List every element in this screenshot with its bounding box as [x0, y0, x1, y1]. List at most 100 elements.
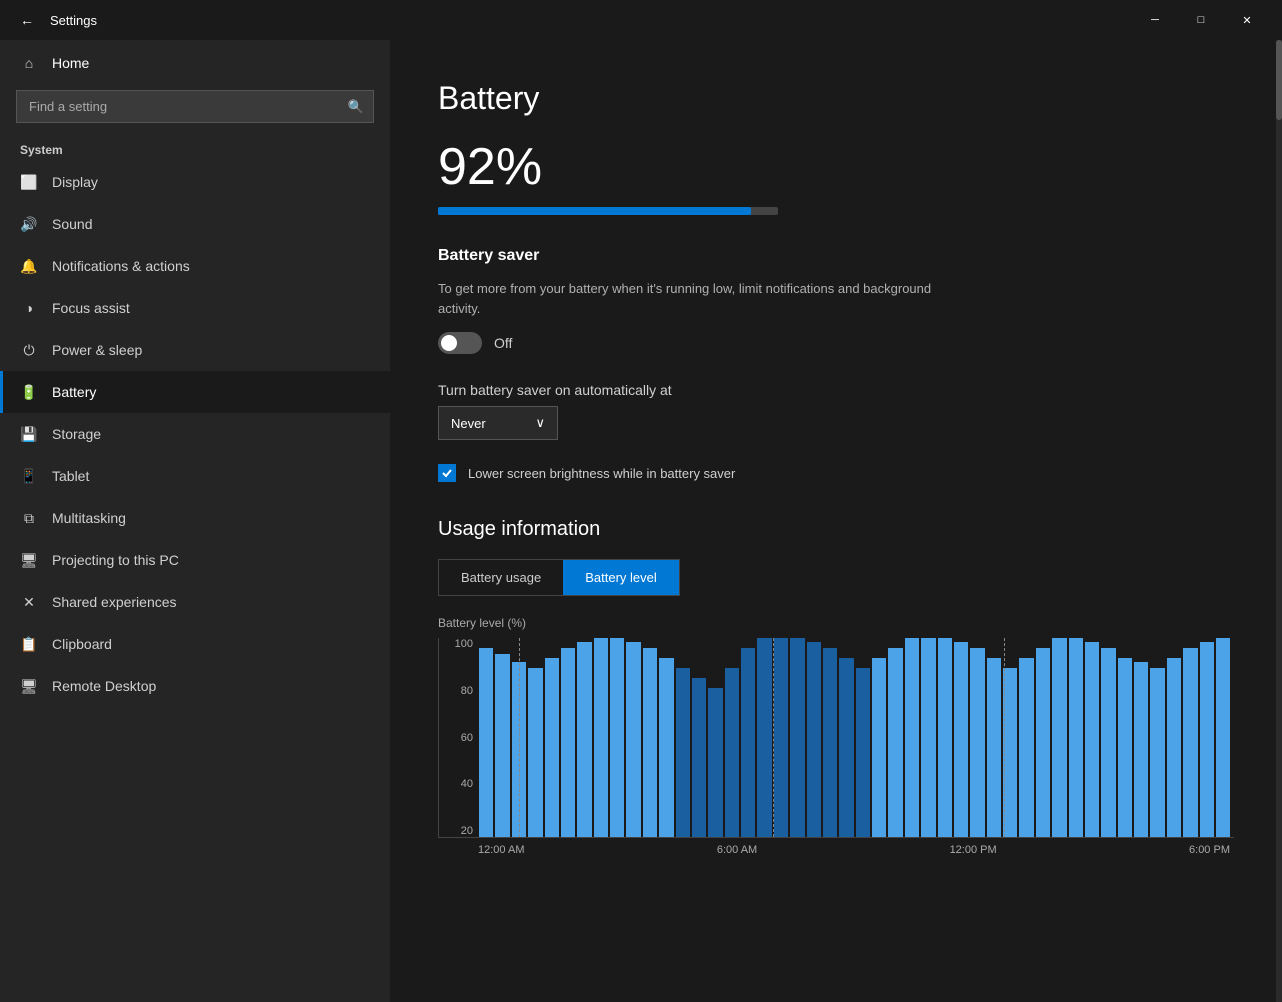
home-label: Home: [52, 55, 89, 71]
scrollbar-track[interactable]: [1276, 40, 1282, 1002]
chart-bar: [545, 658, 559, 837]
storage-icon: 💾: [20, 425, 38, 443]
search-container: 🔍: [16, 90, 374, 123]
sidebar-item-label: Power & sleep: [52, 342, 142, 358]
main-layout: ⌂ Home 🔍 System ⬜ Display 🔊 Sound 🔔 Noti…: [0, 40, 1282, 1002]
sidebar-item-home[interactable]: ⌂ Home: [0, 40, 390, 86]
tab-battery-usage[interactable]: Battery usage: [439, 560, 563, 595]
sidebar-item-storage[interactable]: 💾 Storage: [0, 413, 390, 455]
minimize-button[interactable]: ─: [1132, 4, 1178, 36]
sidebar-item-clipboard[interactable]: 📋 Clipboard: [0, 623, 390, 665]
chart-bar: [708, 688, 722, 837]
dropdown-value: Never: [451, 416, 486, 431]
brightness-checkbox[interactable]: [438, 464, 456, 482]
chart-bar: [987, 658, 1001, 837]
chart-y-axis: 100 80 60 40 20: [439, 638, 479, 837]
page-title: Battery: [438, 80, 1234, 117]
sidebar-item-power[interactable]: ⏻ Power & sleep: [0, 329, 390, 371]
search-input[interactable]: [16, 90, 374, 123]
chart-bar: [643, 648, 657, 837]
x-tick-6am: 6:00 AM: [717, 844, 757, 856]
sidebar-item-display[interactable]: ⬜ Display: [0, 161, 390, 203]
sidebar-item-notifications[interactable]: 🔔 Notifications & actions: [0, 245, 390, 287]
sidebar-item-battery[interactable]: 🔋 Battery: [0, 371, 390, 413]
chevron-down-icon: ∨: [535, 415, 545, 431]
y-tick-40: 40: [441, 778, 479, 790]
battery-saver-toggle[interactable]: [438, 332, 482, 354]
battery-saver-toggle-row: Off: [438, 332, 1234, 354]
sidebar-item-projecting[interactable]: 🖥 Projecting to this PC: [0, 539, 390, 581]
notifications-icon: 🔔: [20, 257, 38, 275]
chart-bar: [938, 638, 952, 837]
battery-percent: 92%: [438, 137, 1234, 197]
sidebar-item-label: Display: [52, 174, 98, 190]
chart-bar: [659, 658, 673, 837]
brightness-checkbox-row: Lower screen brightness while in battery…: [438, 464, 1234, 482]
chart-bar: [839, 658, 853, 837]
sidebar-item-label: Notifications & actions: [52, 258, 190, 274]
scrollbar-thumb[interactable]: [1276, 40, 1282, 120]
usage-section-title: Usage information: [438, 518, 1234, 541]
chart-bar: [741, 648, 755, 837]
x-tick-midnight: 12:00 AM: [478, 844, 524, 856]
chart-y-label: Battery level (%): [438, 616, 1234, 630]
sidebar-item-shared[interactable]: ✕ Shared experiences: [0, 581, 390, 623]
auto-label: Turn battery saver on automatically at: [438, 382, 1234, 398]
sidebar-item-sound[interactable]: 🔊 Sound: [0, 203, 390, 245]
y-tick-100: 100: [441, 638, 479, 650]
chart-bar: [676, 668, 690, 837]
close-button[interactable]: ✕: [1224, 4, 1270, 36]
sidebar-item-focus[interactable]: ◑ Focus assist: [0, 287, 390, 329]
chart-bar: [495, 654, 509, 837]
chart-bar: [1216, 638, 1230, 837]
checkbox-label: Lower screen brightness while in battery…: [468, 466, 735, 481]
chart-bar: [1200, 642, 1214, 837]
chart-bar: [774, 638, 788, 837]
chart-bar: [1085, 642, 1099, 837]
sidebar-item-label: Storage: [52, 426, 101, 442]
chart-bar: [823, 648, 837, 837]
chart-bar: [479, 648, 493, 837]
home-icon: ⌂: [20, 54, 38, 72]
dashed-line-2: [773, 638, 774, 837]
chart-x-axis: 12:00 AM 6:00 AM 12:00 PM 6:00 PM: [438, 838, 1234, 856]
sidebar-item-multitasking[interactable]: ⧉ Multitasking: [0, 497, 390, 539]
dashed-line-3: [1004, 638, 1005, 837]
chart-bar: [905, 638, 919, 837]
chart-bar: [577, 642, 591, 837]
chart-bar: [790, 638, 804, 837]
chart-bar: [725, 668, 739, 837]
chart-bar: [1069, 638, 1083, 837]
maximize-button[interactable]: □: [1178, 4, 1224, 36]
sidebar-item-remote[interactable]: 🖥 Remote Desktop: [0, 665, 390, 707]
y-tick-60: 60: [441, 732, 479, 744]
sidebar-item-label: Tablet: [52, 468, 89, 484]
titlebar: ← Settings ─ □ ✕: [0, 0, 1282, 40]
battery-saver-desc: To get more from your battery when it's …: [438, 279, 958, 318]
checkmark-icon: [441, 467, 453, 479]
focus-icon: ◑: [20, 299, 38, 317]
back-button[interactable]: ←: [12, 5, 42, 35]
chart-bar: [1183, 648, 1197, 837]
chart-bar: [626, 642, 640, 837]
sidebar-item-tablet[interactable]: 📱 Tablet: [0, 455, 390, 497]
chart-bar: [1118, 658, 1132, 837]
display-icon: ⬜: [20, 173, 38, 191]
chart-bar: [1150, 668, 1164, 837]
chart-bar: [610, 638, 624, 837]
chart-bar: [757, 638, 771, 837]
app-title: Settings: [50, 13, 97, 28]
battery-saver-dropdown[interactable]: Never ∨: [438, 406, 558, 440]
sidebar-item-label: Remote Desktop: [52, 678, 156, 694]
chart-bar: [1052, 638, 1066, 837]
x-tick-6pm: 6:00 PM: [1189, 844, 1230, 856]
chart-bar: [970, 648, 984, 837]
tab-battery-level[interactable]: Battery level: [563, 560, 679, 595]
back-icon: ←: [20, 12, 34, 28]
chart-bar: [1101, 648, 1115, 837]
chart-bar: [1134, 662, 1148, 837]
search-icon: 🔍: [348, 99, 364, 115]
sidebar-item-label: Battery: [52, 384, 96, 400]
sidebar-item-label: Clipboard: [52, 636, 112, 652]
y-tick-80: 80: [441, 685, 479, 697]
